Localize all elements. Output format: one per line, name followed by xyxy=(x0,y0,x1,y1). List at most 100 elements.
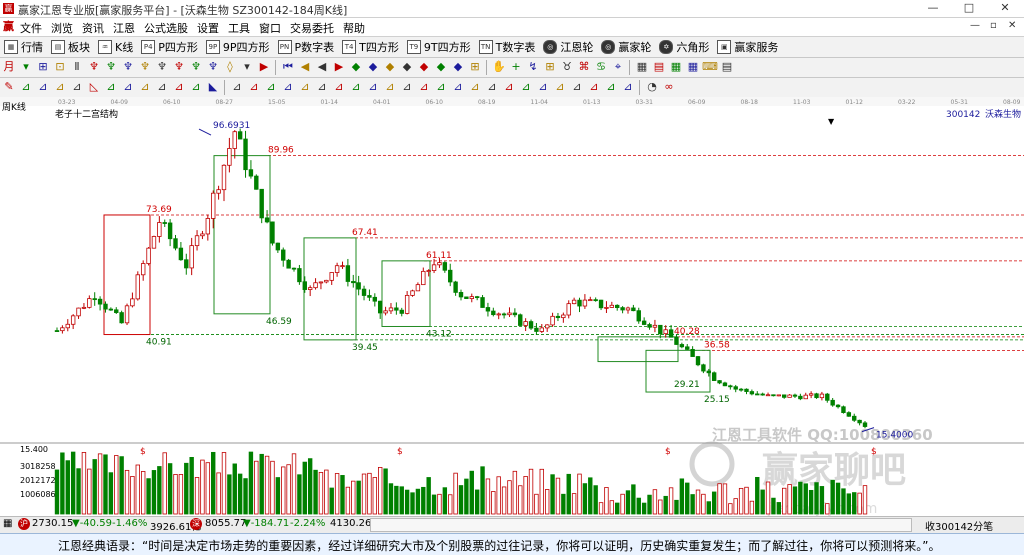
analysis-tool-icon[interactable]: ⊿ xyxy=(18,79,34,95)
drawing-tool-icon[interactable]: ↯ xyxy=(525,59,541,75)
menu-item-4[interactable]: 公式选股 xyxy=(144,20,188,36)
drawing-tool-icon[interactable]: ◆ xyxy=(365,59,381,75)
analysis-tool-icon[interactable]: ◣ xyxy=(205,79,221,95)
mdi-minimize-button[interactable]: — xyxy=(970,20,980,31)
toolbar-button-12[interactable]: ▣ 赢家服务 xyxy=(717,37,778,57)
drawing-tool-icon[interactable]: ◀ xyxy=(297,59,313,75)
app-menu-icon[interactable]: 赢 xyxy=(3,20,16,33)
analysis-tool-icon[interactable]: ⊿ xyxy=(331,79,347,95)
drawing-tool-icon[interactable]: 月 xyxy=(1,59,17,75)
toolbar-button-7[interactable]: T9 9T四方形 xyxy=(406,37,471,57)
drawing-tool-icon[interactable]: ♆ xyxy=(205,59,221,75)
drawing-tool-icon[interactable]: ◆ xyxy=(348,59,364,75)
toolbar-button-0[interactable]: ▦ 行情 xyxy=(4,37,43,57)
analysis-tool-icon[interactable]: ⊿ xyxy=(229,79,245,95)
analysis-tool-icon[interactable]: ⊿ xyxy=(620,79,636,95)
drawing-tool-icon[interactable]: ▦ xyxy=(634,59,650,75)
analysis-tool-icon[interactable]: ⊿ xyxy=(501,79,517,95)
weekly-kline-chart[interactable]: 03-23 04-09 06-10 08-27 15-05 01-14 04-01 06-10… xyxy=(0,97,1024,516)
close-button[interactable]: ✕ xyxy=(992,1,1018,15)
drawing-tool-icon[interactable]: ▶ xyxy=(331,59,347,75)
menu-item-1[interactable]: 浏览 xyxy=(51,20,73,36)
menu-item-3[interactable]: 江恩 xyxy=(113,20,135,36)
drawing-tool-icon[interactable]: ⊡ xyxy=(52,59,68,75)
menu-item-8[interactable]: 交易委托 xyxy=(290,20,334,36)
menu-item-9[interactable]: 帮助 xyxy=(343,20,365,36)
drawing-tool-icon[interactable]: Ⅱ xyxy=(69,59,85,75)
drawing-tool-icon[interactable]: ♆ xyxy=(154,59,170,75)
drawing-tool-icon[interactable]: ▤ xyxy=(719,59,735,75)
analysis-tool-icon[interactable]: ⊿ xyxy=(280,79,296,95)
analysis-tool-icon[interactable]: ⊿ xyxy=(399,79,415,95)
analysis-tool-icon[interactable]: ⊿ xyxy=(246,79,262,95)
drawing-tool-icon[interactable]: ⊞ xyxy=(542,59,558,75)
drawing-tool-icon[interactable]: ⊞ xyxy=(35,59,51,75)
drawing-tool-icon[interactable]: ⌖ xyxy=(610,59,626,75)
drawing-tool-icon[interactable]: ♆ xyxy=(188,59,204,75)
analysis-tool-icon[interactable]: ⊿ xyxy=(450,79,466,95)
analysis-tool-icon[interactable]: ⊿ xyxy=(103,79,119,95)
drawing-tool-icon[interactable]: ♉ xyxy=(559,59,575,75)
toolbar-button-9[interactable]: ◎ 江恩轮 xyxy=(543,37,593,57)
drawing-tool-icon[interactable]: ◆ xyxy=(382,59,398,75)
analysis-tool-icon[interactable]: ∞ xyxy=(661,79,677,95)
analysis-tool-icon[interactable]: ⊿ xyxy=(171,79,187,95)
analysis-tool-icon[interactable]: ⊿ xyxy=(382,79,398,95)
toolbar-button-6[interactable]: T4 T四方形 xyxy=(342,37,399,57)
mdi-close-button[interactable]: ✕ xyxy=(1008,20,1016,31)
toolbar-button-8[interactable]: TN T数字表 xyxy=(478,37,535,57)
analysis-tool-icon[interactable]: ⊿ xyxy=(263,79,279,95)
analysis-tool-icon[interactable]: ⊿ xyxy=(569,79,585,95)
toolbar-button-10[interactable]: ◎ 赢家轮 xyxy=(601,37,651,57)
menu-item-6[interactable]: 工具 xyxy=(228,20,250,36)
maximize-button[interactable]: □ xyxy=(956,1,982,15)
drawing-tool-icon[interactable]: ♆ xyxy=(86,59,102,75)
drawing-tool-icon[interactable]: ◆ xyxy=(416,59,432,75)
drawing-tool-icon[interactable]: ▾ xyxy=(18,59,34,75)
analysis-tool-icon[interactable]: ⊿ xyxy=(552,79,568,95)
analysis-tool-icon[interactable]: ⊿ xyxy=(120,79,136,95)
analysis-tool-icon[interactable]: ⊿ xyxy=(137,79,153,95)
drawing-tool-icon[interactable]: ♆ xyxy=(120,59,136,75)
analysis-tool-icon[interactable]: ⊿ xyxy=(416,79,432,95)
drawing-tool-icon[interactable]: ◆ xyxy=(450,59,466,75)
toolbar-button-1[interactable]: ▤ 板块 xyxy=(51,37,90,57)
analysis-tool-icon[interactable]: ✎ xyxy=(1,79,17,95)
drawing-tool-icon[interactable]: ✋ xyxy=(491,59,507,75)
menu-item-5[interactable]: 设置 xyxy=(197,20,219,36)
menu-item-2[interactable]: 资讯 xyxy=(82,20,104,36)
toolbar-button-3[interactable]: P4 P四方形 xyxy=(141,37,198,57)
drawing-tool-icon[interactable]: ◀ xyxy=(314,59,330,75)
drawing-tool-icon[interactable]: ⏮ xyxy=(280,59,296,75)
drawing-tool-icon[interactable]: ♆ xyxy=(137,59,153,75)
drawing-tool-icon[interactable]: ♆ xyxy=(171,59,187,75)
toolbar-button-2[interactable]: ♒ K线 xyxy=(98,37,133,57)
drawing-tool-icon[interactable]: + xyxy=(508,59,524,75)
drawing-tool-icon[interactable]: ⌘ xyxy=(576,59,592,75)
analysis-tool-icon[interactable]: ⊿ xyxy=(154,79,170,95)
status-scrollbar[interactable] xyxy=(370,518,912,532)
analysis-tool-icon[interactable]: ◔ xyxy=(644,79,660,95)
drawing-tool-icon[interactable]: ◆ xyxy=(433,59,449,75)
toolbar-button-5[interactable]: PN P数字表 xyxy=(277,37,334,57)
drawing-tool-icon[interactable]: ◆ xyxy=(399,59,415,75)
analysis-tool-icon[interactable]: ⊿ xyxy=(586,79,602,95)
menu-item-0[interactable]: 文件 xyxy=(20,20,42,36)
drawing-tool-icon[interactable]: ▦ xyxy=(668,59,684,75)
toolbar-button-4[interactable]: 9P 9P四方形 xyxy=(205,37,270,57)
analysis-tool-icon[interactable]: ⊿ xyxy=(535,79,551,95)
analysis-tool-icon[interactable]: ⊿ xyxy=(484,79,500,95)
analysis-tool-icon[interactable]: ◺ xyxy=(86,79,102,95)
drawing-tool-icon[interactable]: ◊ xyxy=(222,59,238,75)
analysis-tool-icon[interactable]: ⊿ xyxy=(348,79,364,95)
drawing-tool-icon[interactable]: ▾ xyxy=(239,59,255,75)
menu-item-7[interactable]: 窗口 xyxy=(259,20,281,36)
drawing-tool-icon[interactable]: ▤ xyxy=(651,59,667,75)
analysis-tool-icon[interactable]: ⊿ xyxy=(52,79,68,95)
drawing-tool-icon[interactable]: ▶ xyxy=(256,59,272,75)
drawing-tool-icon[interactable]: ⌨ xyxy=(702,59,718,75)
analysis-tool-icon[interactable]: ⊿ xyxy=(467,79,483,95)
analysis-tool-icon[interactable]: ⊿ xyxy=(188,79,204,95)
drawing-tool-icon[interactable]: ⊞ xyxy=(467,59,483,75)
analysis-tool-icon[interactable]: ⊿ xyxy=(314,79,330,95)
